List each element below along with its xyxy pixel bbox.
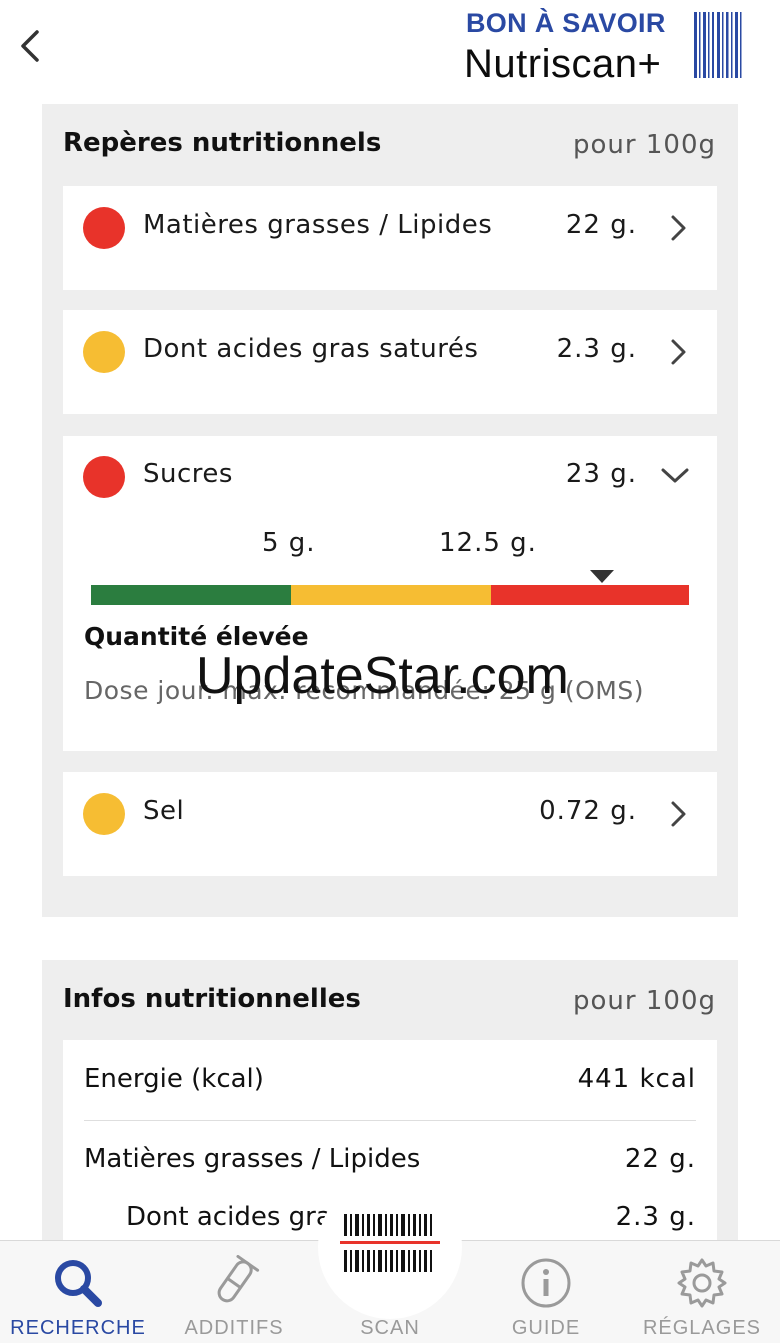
- reperes-title: Repères nutritionnels: [63, 128, 382, 158]
- nutrient-value: 2.3 g.: [556, 334, 637, 364]
- tab-label: RÉGLAGES: [642, 1317, 762, 1339]
- info-icon: [521, 1258, 571, 1308]
- chevron-right-icon: [671, 801, 686, 827]
- nutrient-label: Sel: [143, 796, 185, 826]
- sugar-level-marker: [590, 570, 615, 583]
- info-value: 441 kcal: [577, 1064, 696, 1094]
- info-value: 22 g.: [624, 1144, 696, 1174]
- nutrient-label: Matières grasses / Lipides: [143, 210, 493, 240]
- level-dot-red: [83, 456, 125, 498]
- level-dot-yellow: [83, 331, 125, 373]
- back-button[interactable]: [10, 24, 50, 68]
- infos-title: Infos nutritionnelles: [63, 984, 361, 1014]
- nutrient-value: 0.72 g.: [539, 796, 637, 826]
- nutrient-label: Dont acides gras saturés: [143, 334, 479, 364]
- threshold-low-label: 5 g.: [262, 528, 316, 558]
- barcode-logo-icon: [694, 12, 742, 78]
- infos-unit: pour 100g: [573, 986, 716, 1016]
- barcode-icon[interactable]: [340, 1208, 440, 1278]
- tab-reglages[interactable]: RÉGLAGES: [624, 1241, 780, 1343]
- nutrient-label: Sucres: [143, 459, 233, 489]
- tab-recherche[interactable]: RECHERCHE: [0, 1241, 156, 1343]
- threshold-high-label: 12.5 g.: [439, 528, 537, 558]
- info-row-energie: Energie (kcal) 441 kcal: [84, 1064, 696, 1122]
- search-icon: [55, 1260, 102, 1307]
- chevron-down-icon: [661, 468, 689, 483]
- brand-tagline: BON À SAVOIR: [466, 8, 666, 38]
- bar-segment-green: [91, 585, 291, 605]
- nutrient-value: 23 g.: [565, 459, 637, 489]
- chevron-left-icon: [21, 30, 39, 62]
- tab-label: GUIDE: [511, 1317, 581, 1339]
- tab-label: ADDITIFS: [184, 1317, 284, 1339]
- brand-logo: BON À SAVOIR Nutriscan+: [464, 8, 754, 86]
- info-value: 2.3 g.: [615, 1202, 696, 1232]
- info-label: Energie (kcal): [84, 1064, 264, 1094]
- tab-label: RECHERCHE: [10, 1317, 146, 1339]
- tab-label: SCAN: [360, 1317, 420, 1339]
- nutrient-row-sel[interactable]: Sel 0.72 g.: [63, 772, 717, 876]
- gear-icon: [677, 1258, 727, 1308]
- sugar-level-bar: [91, 585, 689, 605]
- tab-guide[interactable]: GUIDE: [468, 1241, 624, 1343]
- chevron-right-icon: [671, 339, 686, 365]
- nutrient-row-lipides[interactable]: Matières grasses / Lipides 22 g.: [63, 186, 717, 290]
- bar-segment-red: [491, 585, 689, 605]
- nutrient-value: 22 g.: [565, 210, 637, 240]
- test-tube-icon: [217, 1255, 260, 1303]
- brand-name: Nutriscan+: [464, 42, 662, 86]
- tab-additifs[interactable]: ADDITIFS: [156, 1241, 312, 1343]
- level-dot-yellow: [83, 793, 125, 835]
- nutrient-row-satures[interactable]: Dont acides gras saturés 2.3 g.: [63, 310, 717, 414]
- divider: [84, 1120, 696, 1121]
- level-dot-red: [83, 207, 125, 249]
- chevron-right-icon: [671, 215, 686, 241]
- app-header: BON À SAVOIR Nutriscan+: [0, 0, 780, 100]
- reperes-panel: Repères nutritionnels pour 100g Matières…: [42, 104, 738, 917]
- reperes-unit: pour 100g: [573, 130, 716, 160]
- bar-segment-yellow: [291, 585, 491, 605]
- info-label: Matières grasses / Lipides: [84, 1144, 421, 1174]
- watermark: UpdateStar.com: [196, 647, 569, 705]
